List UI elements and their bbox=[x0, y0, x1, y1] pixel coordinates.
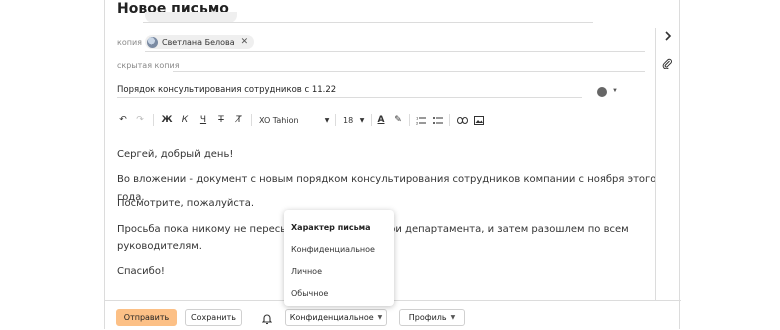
dropdown-option-personal[interactable]: Личное bbox=[291, 267, 322, 276]
subject-input[interactable]: Порядок консультирования сотрудников с 1… bbox=[117, 85, 336, 95]
chevron-right-icon[interactable] bbox=[663, 30, 673, 45]
chevron-down-icon[interactable]: ▼ bbox=[357, 112, 367, 128]
link-icon[interactable] bbox=[455, 112, 469, 128]
send-button[interactable]: Отправить bbox=[116, 309, 177, 326]
toolbar-divider bbox=[251, 114, 252, 126]
toolbar-divider bbox=[371, 114, 372, 126]
text-color-icon[interactable]: A bbox=[375, 112, 387, 128]
chevron-down-icon[interactable]: ▼ bbox=[612, 88, 618, 94]
numbered-list-icon[interactable]: 12 bbox=[415, 112, 427, 128]
confidentiality-value: Конфиденциальное bbox=[289, 313, 374, 322]
bold-button[interactable]: Ж bbox=[161, 112, 173, 128]
font-family-value: XO Tahion bbox=[259, 115, 299, 125]
cc-label: копия bbox=[117, 38, 142, 47]
color-tag-icon[interactable] bbox=[597, 87, 607, 97]
close-icon[interactable]: ✕ bbox=[241, 37, 249, 47]
italic-button[interactable]: К bbox=[179, 112, 191, 128]
chevron-down-icon[interactable]: ▼ bbox=[322, 112, 332, 128]
bulleted-list-icon[interactable] bbox=[432, 112, 444, 128]
font-family-select[interactable]: XO Tahion bbox=[259, 112, 331, 128]
body-line-greeting: Сергей, добрый день! bbox=[117, 149, 234, 160]
image-icon[interactable] bbox=[473, 112, 485, 128]
side-rail-divider bbox=[655, 28, 656, 300]
underline-button[interactable]: Ч bbox=[197, 112, 209, 128]
cc-recipient-chip[interactable]: Светлана Белова ✕ bbox=[145, 35, 255, 49]
bell-icon[interactable] bbox=[261, 312, 273, 325]
toolbar-divider bbox=[409, 114, 410, 126]
profile-select[interactable]: Профиль ▼ bbox=[399, 309, 465, 326]
svg-text:1: 1 bbox=[416, 116, 418, 120]
chevron-down-icon: ▼ bbox=[377, 314, 383, 321]
toolbar-divider bbox=[449, 114, 450, 126]
subject-underline bbox=[117, 97, 582, 98]
cc-recipient-name: Светлана Белова bbox=[162, 37, 235, 47]
dropdown-option-normal[interactable]: Обычное bbox=[291, 289, 328, 298]
font-size-value: 18 bbox=[343, 115, 354, 125]
avatar bbox=[147, 36, 158, 48]
chevron-down-icon: ▼ bbox=[450, 314, 456, 321]
bcc-field-input[interactable] bbox=[173, 71, 645, 72]
dropdown-header: Характер письма bbox=[291, 223, 371, 232]
redo-icon[interactable]: ↷ bbox=[134, 112, 146, 128]
clear-format-icon[interactable]: T̸ bbox=[233, 112, 245, 128]
svg-text:2: 2 bbox=[416, 121, 418, 125]
body-line-request: Посмотрите, пожалуйста. bbox=[117, 198, 255, 209]
attachment-icon[interactable] bbox=[662, 58, 673, 72]
strikethrough-button[interactable]: Т bbox=[215, 112, 227, 128]
save-button[interactable]: Сохранить bbox=[185, 309, 242, 326]
toolbar-divider bbox=[335, 114, 336, 126]
body-line-forward-cont: ри департамента, и затем разошлем по все… bbox=[389, 224, 629, 235]
toolbar-divider bbox=[153, 114, 154, 126]
highlight-icon[interactable]: ✎ bbox=[392, 112, 404, 128]
cc-field-underline bbox=[145, 51, 645, 52]
dropdown-option-confidential[interactable]: Конфиденциальное bbox=[291, 245, 375, 254]
profile-value: Профиль bbox=[408, 313, 447, 322]
bcc-label: скрытая копия bbox=[117, 61, 180, 70]
format-toolbar: ↶ ↷ Ж К Ч Т T̸ XO Tahion ▼ 18 ▼ A ✎ 12 bbox=[117, 112, 657, 128]
to-field-underline bbox=[143, 22, 593, 23]
confidentiality-dropdown: Характер письма Конфиденциальное Личное … bbox=[284, 210, 394, 306]
body-line-thanks: Спасибо! bbox=[117, 266, 165, 277]
body-line-managers: руководителям. bbox=[117, 241, 202, 252]
confidentiality-select[interactable]: Конфиденциальное ▼ bbox=[285, 309, 387, 326]
undo-icon[interactable]: ↶ bbox=[117, 112, 129, 128]
